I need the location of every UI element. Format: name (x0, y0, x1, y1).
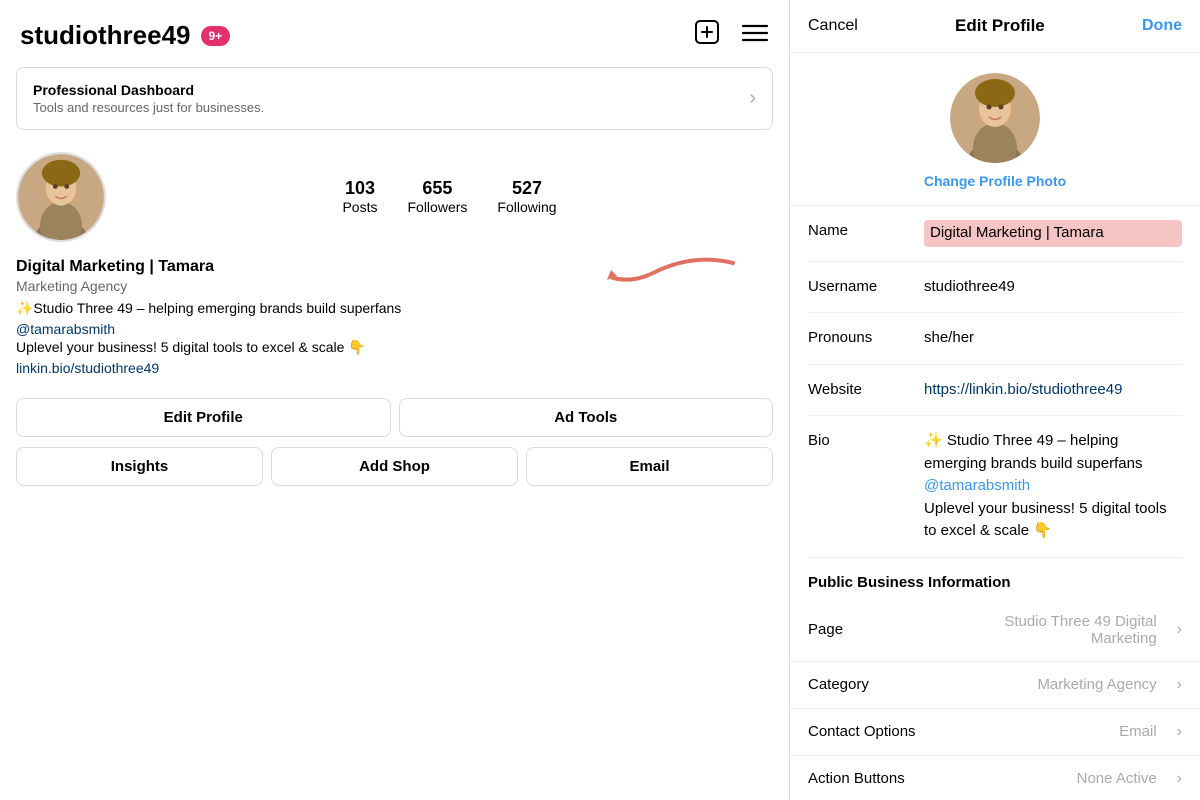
username-value[interactable]: studiothree49 (924, 276, 1182, 299)
form-row-bio: Bio ✨ Studio Three 49 – helping emerging… (808, 416, 1182, 558)
public-business-header: Public Business Information (790, 558, 1200, 599)
business-row-contact[interactable]: Contact Options Email › (790, 709, 1200, 756)
profile-mention[interactable]: @tamarabsmith (16, 321, 773, 337)
posts-count: 103 (342, 178, 377, 199)
add-shop-button[interactable]: Add Shop (271, 447, 518, 486)
avatar (16, 152, 106, 242)
stat-followers[interactable]: 655 Followers (407, 178, 467, 217)
category-label: Category (808, 676, 948, 693)
dashboard-banner[interactable]: Professional Dashboard Tools and resourc… (16, 67, 773, 130)
right-panel: Cancel Edit Profile Done (790, 0, 1200, 800)
website-label: Website (808, 379, 908, 398)
left-panel: studiothree49 9+ Professiona (0, 0, 790, 800)
business-row-category[interactable]: Category Marketing Agency › (790, 662, 1200, 709)
name-value[interactable]: Digital Marketing | Tamara (924, 220, 1182, 247)
action-buttons-row2: Insights Add Shop Email (0, 447, 789, 502)
page-label: Page (808, 621, 948, 638)
change-photo-button[interactable]: Change Profile Photo (924, 173, 1066, 189)
cancel-button[interactable]: Cancel (808, 17, 858, 35)
plus-square-icon[interactable] (693, 18, 721, 53)
header-left: studiothree49 9+ (20, 20, 230, 51)
bio-label: Bio (808, 430, 908, 449)
bio-line2: Uplevel your business! 5 digital tools t… (924, 498, 1182, 543)
category-value: Marketing Agency (964, 676, 1157, 693)
bio-value[interactable]: ✨ Studio Three 49 – helping emerging bra… (924, 430, 1182, 543)
edit-profile-title: Edit Profile (955, 16, 1045, 36)
bio-mention: @tamarabsmith (924, 475, 1182, 498)
action-label: Action Buttons (808, 770, 948, 787)
profile-bio-line2: Uplevel your business! 5 digital tools t… (16, 337, 773, 358)
following-label: Following (497, 199, 556, 215)
page-chevron-icon: › (1177, 621, 1182, 639)
following-count: 527 (497, 178, 556, 199)
business-row-action[interactable]: Action Buttons None Active › (790, 756, 1200, 800)
email-button[interactable]: Email (526, 447, 773, 486)
action-buttons-row1: Edit Profile Ad Tools (0, 388, 789, 447)
followers-count: 655 (407, 178, 467, 199)
profile-info: Digital Marketing | Tamara Marketing Age… (0, 258, 789, 388)
edit-header: Cancel Edit Profile Done (790, 0, 1200, 53)
profile-link[interactable]: linkin.bio/studiothree49 (16, 360, 773, 376)
contact-chevron-icon: › (1177, 723, 1182, 741)
category-chevron-icon: › (1177, 676, 1182, 694)
contact-value: Email (964, 723, 1157, 740)
pronouns-value[interactable]: she/her (924, 327, 1182, 350)
dashboard-chevron-icon: › (749, 87, 756, 110)
header-icons (693, 18, 769, 53)
done-button[interactable]: Done (1142, 17, 1182, 35)
username-label: Username (808, 276, 908, 295)
profile-bio-line1: ✨Studio Three 49 – helping emerging bran… (16, 298, 773, 319)
edit-avatar (950, 73, 1040, 163)
edit-profile-button[interactable]: Edit Profile (16, 398, 391, 437)
stat-following[interactable]: 527 Following (497, 178, 556, 217)
dashboard-subtitle: Tools and resources just for businesses. (33, 100, 264, 115)
action-chevron-icon: › (1177, 770, 1182, 788)
form-row-pronouns: Pronouns she/her (808, 313, 1182, 365)
followers-label: Followers (407, 199, 467, 215)
ad-tools-button[interactable]: Ad Tools (399, 398, 774, 437)
name-label: Name (808, 220, 908, 239)
form-row-name: Name Digital Marketing | Tamara (808, 206, 1182, 262)
dashboard-info: Professional Dashboard Tools and resourc… (33, 82, 264, 115)
pronouns-label: Pronouns (808, 327, 908, 346)
website-value[interactable]: https://linkin.bio/studiothree49 (924, 379, 1182, 402)
business-row-page[interactable]: Page Studio Three 49 Digital Marketing › (790, 599, 1200, 662)
notification-badge[interactable]: 9+ (201, 26, 231, 46)
bio-line1: ✨ Studio Three 49 – helping emerging bra… (924, 430, 1182, 475)
form-section: Name Digital Marketing | Tamara Username… (790, 206, 1200, 558)
page-value: Studio Three 49 Digital Marketing (964, 613, 1157, 647)
edit-photo-section: Change Profile Photo (790, 53, 1200, 206)
dashboard-title: Professional Dashboard (33, 82, 264, 98)
username-title: studiothree49 (20, 20, 191, 51)
profile-section: 103 Posts 655 Followers 527 Following (0, 140, 789, 258)
insights-button[interactable]: Insights (16, 447, 263, 486)
stat-posts[interactable]: 103 Posts (342, 178, 377, 217)
form-row-website: Website https://linkin.bio/studiothree49 (808, 365, 1182, 417)
contact-label: Contact Options (808, 723, 948, 740)
posts-label: Posts (342, 199, 377, 215)
form-row-username: Username studiothree49 (808, 262, 1182, 314)
hamburger-icon[interactable] (741, 20, 769, 51)
action-value: None Active (964, 770, 1157, 787)
arrow-icon (593, 248, 743, 298)
stats-row: 103 Posts 655 Followers 527 Following (126, 178, 773, 217)
header: studiothree49 9+ (0, 0, 789, 67)
